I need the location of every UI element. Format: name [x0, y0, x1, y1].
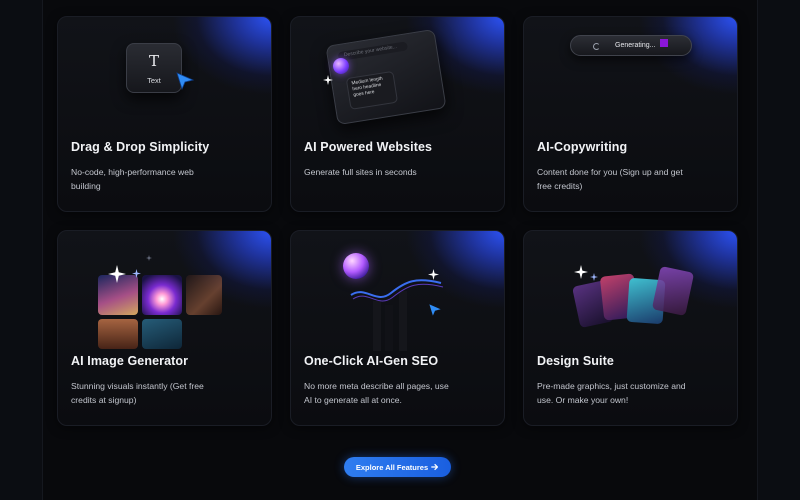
window-input: Describe your website...: [337, 41, 409, 62]
graphic-card: [651, 265, 695, 317]
feature-card-ai-seo[interactable]: One-Click AI-Gen SEO No more meta descri…: [290, 230, 505, 426]
spinner-icon: [593, 43, 600, 50]
window-note: Medium length hero headline goes here: [345, 70, 399, 110]
card-title: AI Image Generator: [71, 354, 189, 368]
image-tile: [142, 319, 182, 349]
generating-text: Generating...: [615, 42, 656, 49]
card-title: One-Click AI-Gen SEO: [304, 354, 439, 368]
seo-illustration: [291, 231, 504, 351]
card-description: Generate full sites in seconds: [304, 167, 417, 177]
image-tile: [142, 275, 182, 315]
sparkle-small-icon: [146, 255, 152, 261]
card-description: Content done for you (Sign up and get fr…: [537, 167, 683, 191]
sparkle-large-icon: [574, 265, 588, 279]
card-title: Drag & Drop Simplicity: [71, 140, 210, 154]
generating-pill: Generating...: [570, 35, 692, 56]
feature-card-ai-websites[interactable]: Describe your website... Medium length h…: [290, 16, 505, 212]
sparkle-small-icon: [132, 269, 141, 278]
card-description: Pre-made graphics, just customize and us…: [537, 381, 686, 405]
cursor-icon: [176, 72, 195, 91]
card-description: No more meta describe all pages, use AI …: [304, 381, 449, 405]
feature-card-design-suite[interactable]: Design Suite Pre-made graphics, just cus…: [523, 230, 738, 426]
card-title: AI Powered Websites: [304, 140, 433, 154]
purple-square-icon: [660, 39, 668, 47]
text-glyph: T: [148, 52, 159, 70]
ai-chat-window: Describe your website... Medium length h…: [325, 28, 447, 126]
sparkle-small-icon: [590, 273, 598, 281]
cursor-icon: [429, 304, 441, 316]
feature-card-drag-drop[interactable]: T Text Drag & Drop Simplicity No-code, h…: [57, 16, 272, 212]
image-grid-illustration: [58, 231, 271, 349]
ai-copywriting-illustration: Generating...: [524, 17, 737, 132]
ai-orb-icon: [333, 58, 349, 74]
sparkle-icon: [323, 75, 333, 85]
sparkle-large-icon: [108, 265, 126, 283]
ai-websites-illustration: Describe your website... Medium length h…: [291, 17, 504, 132]
design-suite-illustration: [524, 231, 737, 346]
card-title: Design Suite: [537, 354, 614, 368]
card-title: AI-Copywriting: [537, 140, 628, 154]
text-tile: T Text: [126, 43, 182, 93]
arrow-right-icon: [431, 463, 439, 471]
card-description: Stunning visuals instantly (Get free cre…: [71, 381, 204, 405]
cta-label: Explore All Features: [355, 462, 429, 472]
feature-card-ai-copywriting[interactable]: Generating... AI-Copywriting Content don…: [523, 16, 738, 212]
card-description: No-code, high-performance web building: [71, 167, 194, 191]
feature-card-ai-image[interactable]: AI Image Generator Stunning visuals inst…: [57, 230, 272, 426]
image-tile: [98, 319, 138, 349]
image-tile: [186, 275, 222, 315]
text-tile-label: Text: [147, 76, 161, 85]
drag-drop-illustration: T Text: [58, 17, 271, 132]
explore-all-features-button[interactable]: Explore All Features: [344, 457, 451, 477]
sparkle-icon: [428, 269, 439, 280]
